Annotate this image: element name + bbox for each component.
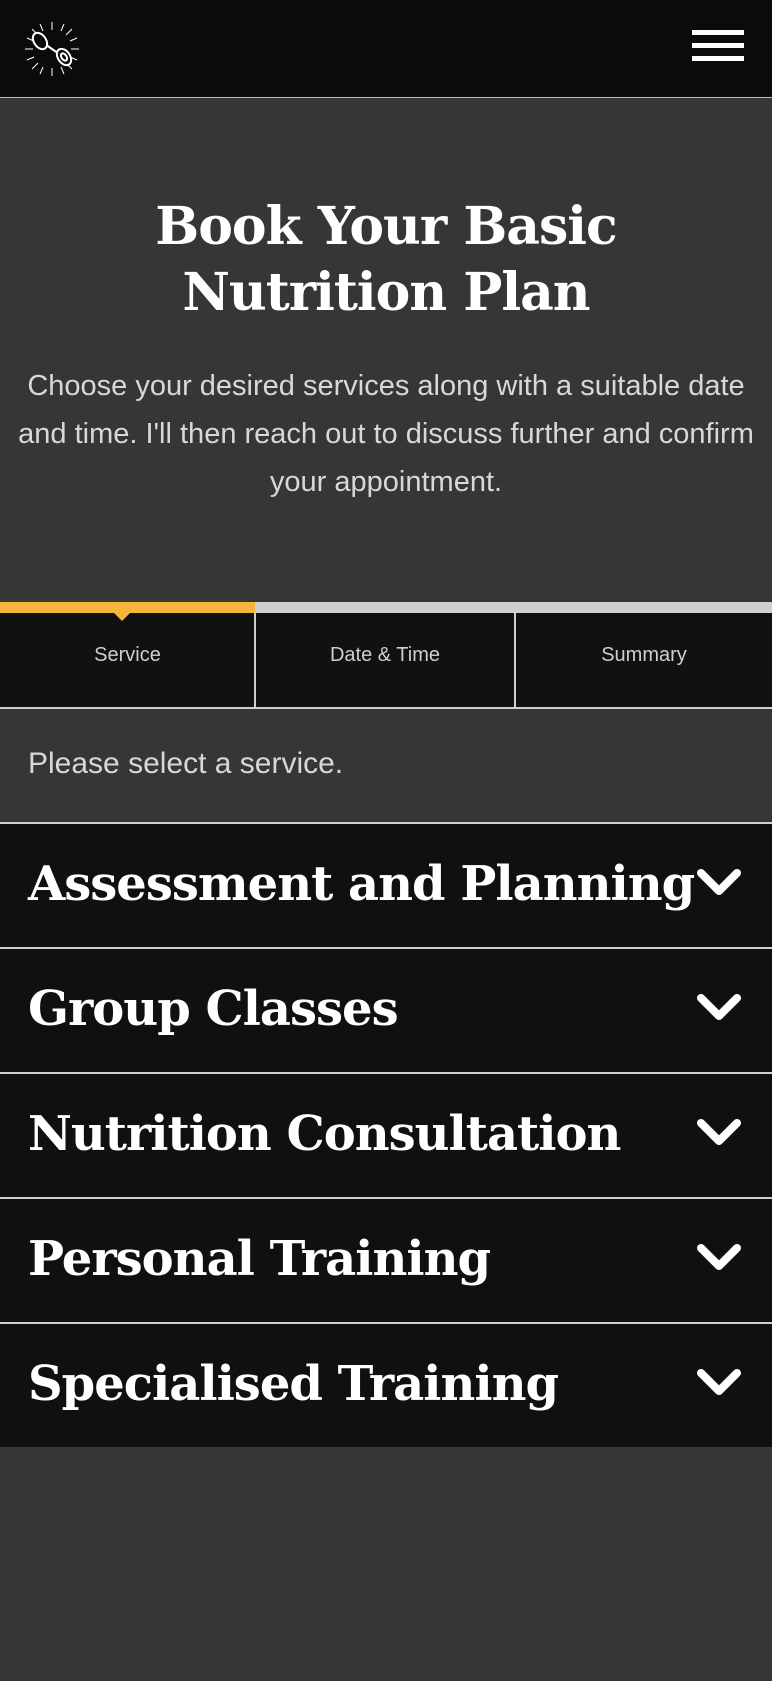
page-subtitle: Choose your desired services along with … bbox=[18, 370, 754, 498]
step-progress-active bbox=[0, 602, 255, 613]
active-step-pointer bbox=[114, 613, 130, 621]
chevron-down-icon[interactable] bbox=[696, 868, 742, 898]
dumbbell-logo-icon[interactable] bbox=[22, 20, 82, 78]
service-name: Nutrition Consultation bbox=[28, 1106, 621, 1162]
service-item-personal-training[interactable]: Personal Training bbox=[0, 1199, 772, 1324]
page-title: Book Your Basic Nutrition Plan bbox=[155, 196, 617, 323]
tab-date-time[interactable]: Date & Time bbox=[256, 613, 514, 709]
tab-service[interactable]: Service bbox=[0, 613, 255, 709]
menu-line bbox=[692, 56, 744, 61]
service-name: Group Classes bbox=[28, 981, 399, 1037]
booking-steps: Service Date & Time Summary bbox=[0, 602, 772, 709]
service-item-group-classes[interactable]: Group Classes bbox=[0, 949, 772, 1074]
site-header bbox=[0, 0, 772, 98]
chevron-down-icon[interactable] bbox=[696, 1368, 742, 1398]
service-item-nutrition-consultation[interactable]: Nutrition Consultation bbox=[0, 1074, 772, 1199]
hamburger-menu-icon[interactable] bbox=[692, 30, 744, 62]
tab-summary[interactable]: Summary bbox=[516, 613, 772, 709]
service-list: Assessment and Planning Group Classes Nu… bbox=[0, 822, 772, 1447]
service-name: Personal Training bbox=[28, 1231, 491, 1287]
chevron-down-icon[interactable] bbox=[696, 1118, 742, 1148]
menu-line bbox=[692, 43, 744, 48]
service-item-specialised-training[interactable]: Specialised Training bbox=[0, 1324, 772, 1447]
chevron-down-icon[interactable] bbox=[696, 1243, 742, 1273]
chevron-down-icon[interactable] bbox=[696, 993, 742, 1023]
service-prompt: Please select a service. bbox=[28, 747, 344, 780]
service-name: Specialised Training bbox=[28, 1356, 559, 1412]
service-name: Assessment and Planning bbox=[28, 856, 695, 912]
service-item-assessment-and-planning[interactable]: Assessment and Planning bbox=[0, 824, 772, 949]
menu-line bbox=[692, 30, 744, 35]
step-progress-track bbox=[255, 602, 772, 613]
